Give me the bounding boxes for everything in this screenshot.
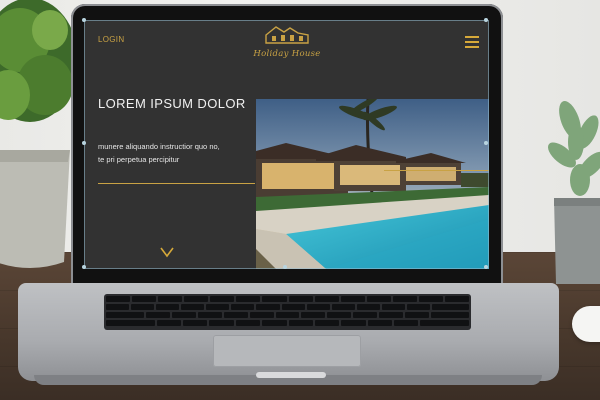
computer-mouse xyxy=(572,306,600,342)
hero-villa-image xyxy=(256,99,489,269)
selection-handle xyxy=(484,141,488,145)
selection-handle xyxy=(484,18,488,22)
laptop-keyboard xyxy=(104,294,471,330)
selection-handle xyxy=(484,265,488,269)
plant-left xyxy=(0,0,78,268)
hero-body-text: munere aliquando instructior quo no, te … xyxy=(98,140,263,166)
selection-handle xyxy=(82,18,86,22)
login-link[interactable]: LOGIN xyxy=(98,35,124,44)
site-logo[interactable]: Holiday House xyxy=(244,24,330,64)
selection-handle xyxy=(283,265,287,269)
logo-text: Holiday House xyxy=(253,49,321,59)
hamburger-icon[interactable] xyxy=(465,36,479,48)
gold-divider-left xyxy=(98,183,255,184)
hero-body-line-2: te pri perpetua percipitur xyxy=(98,155,180,164)
chevron-down-icon[interactable] xyxy=(159,246,175,258)
website-screen: LOGIN Holiday House LOREM IPSUM DOLOR mu… xyxy=(84,20,489,269)
house-logo-icon xyxy=(265,26,309,44)
selection-handle xyxy=(82,265,86,269)
gold-divider-right xyxy=(384,170,489,171)
selection-handle xyxy=(82,141,86,145)
hero-body-line-1: munere aliquando instructior quo no, xyxy=(98,142,220,151)
laptop-notch xyxy=(256,372,326,378)
hero-headline: LOREM IPSUM DOLOR xyxy=(98,96,246,111)
laptop-trackpad xyxy=(213,335,361,367)
plant-right xyxy=(547,100,600,284)
